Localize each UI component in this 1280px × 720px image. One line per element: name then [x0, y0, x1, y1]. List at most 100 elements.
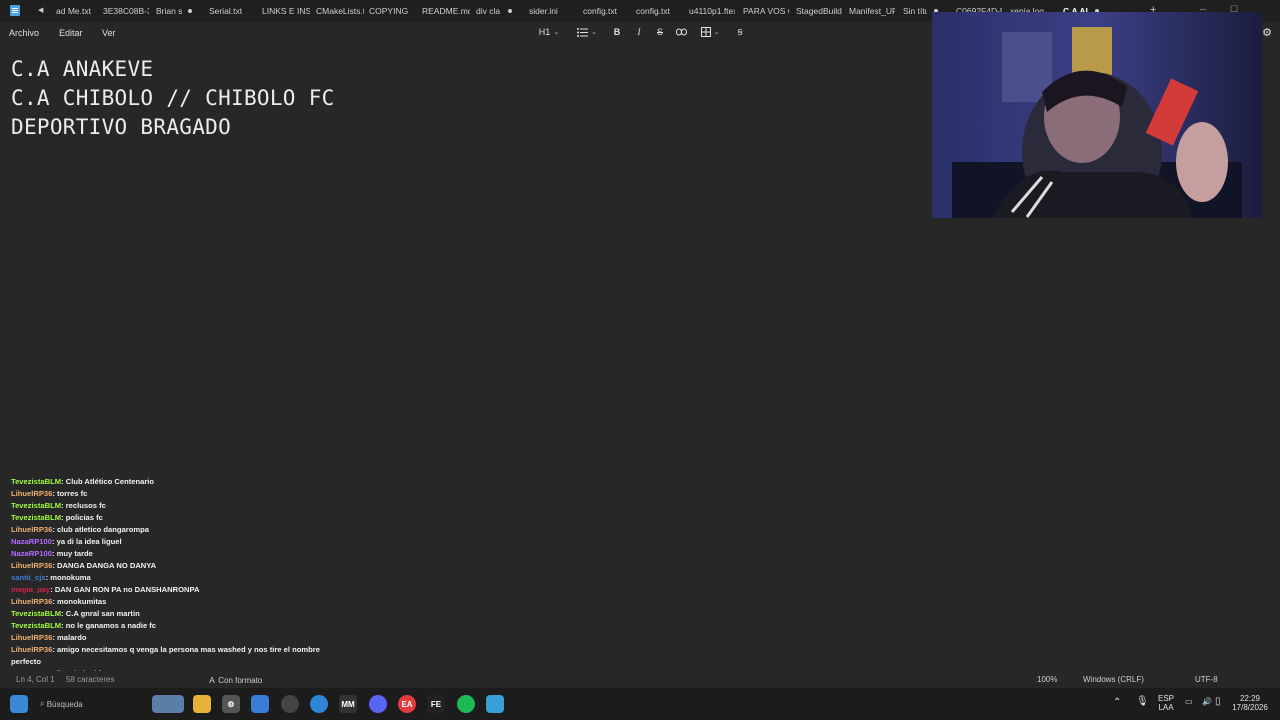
gear-icon: ⚙: [1262, 26, 1272, 39]
tab[interactable]: Serial.txt: [209, 6, 249, 18]
mm-app-icon[interactable]: MM: [339, 695, 357, 713]
list-dropdown[interactable]: ⌄: [572, 22, 602, 42]
chat-username: LihuelRP36: [11, 489, 53, 498]
bold-button[interactable]: B: [608, 22, 626, 42]
chat-message: TevezistaBLM: reclusos fc: [11, 500, 341, 512]
chat-username: TevezistaBLM: [11, 609, 62, 618]
tab[interactable]: config.txt: [636, 6, 680, 18]
italic-button[interactable]: I: [630, 22, 648, 42]
editor-line: C.A ANAKEVE: [11, 57, 154, 81]
scroll-tabs-left-button[interactable]: ◀: [38, 6, 48, 16]
chat-message: LihuelRP36: club atletico dangarompa: [11, 524, 341, 536]
editor-text-area[interactable]: C.A ANAKEVE C.A CHIBOLO // CHIBOLO FC DE…: [11, 55, 911, 142]
table-dropdown[interactable]: ⌄: [697, 22, 723, 42]
bold-icon: B: [613, 27, 621, 37]
tab[interactable]: Manifest_UF: [849, 6, 895, 18]
tab[interactable]: ad Me.txt: [56, 6, 96, 18]
chat-message: LihuelRP36: DANGA DANGA NO DANYA: [11, 560, 341, 572]
tab[interactable]: README.md: [422, 6, 470, 18]
chat-text: Club Atlético Centenario: [65, 477, 155, 486]
notepad-icon: [10, 5, 20, 16]
tab[interactable]: u4110p1.ftex: [689, 6, 735, 18]
menu-archivo[interactable]: Archivo: [9, 28, 39, 38]
chat-message: TevezistaBLM: policias fc: [11, 512, 341, 524]
ea-icon[interactable]: EA: [398, 695, 416, 713]
chat-username: LihuelRP36: [11, 561, 53, 570]
line-ending[interactable]: Windows (CRLF): [1083, 675, 1144, 684]
italic-icon: I: [637, 27, 641, 37]
spotify-icon[interactable]: [457, 695, 475, 713]
obs-icon[interactable]: [281, 695, 299, 713]
tab[interactable]: COPYING: [369, 6, 409, 18]
tab[interactable]: sider.ini: [529, 6, 569, 18]
menu-ver[interactable]: Ver: [102, 28, 116, 38]
chat-username: megia_pay: [11, 585, 51, 594]
chat-username: TevezistaBLM: [11, 477, 62, 486]
tab[interactable]: CMakeLists.t: [316, 6, 364, 18]
chat-username: santii_cjs: [11, 573, 46, 582]
tab[interactable]: StagedBuild_: [796, 6, 842, 18]
tab[interactable]: config.txt: [583, 6, 627, 18]
chrome-icon[interactable]: [310, 695, 328, 713]
format-icon: Ａ: [208, 676, 216, 685]
clock[interactable]: 22:29 17/8/2026: [1228, 694, 1272, 712]
tray-chevron-up-icon[interactable]: ⌃: [1113, 697, 1121, 708]
discord-icon[interactable]: [369, 695, 387, 713]
heading-dropdown[interactable]: H1 ⌄: [534, 22, 564, 42]
status-bar: Ln 4, Col 1 58 caracteres Ａ Con formato …: [0, 671, 1280, 688]
format-mode-label: Con formato: [218, 676, 263, 685]
fe-app-icon[interactable]: FE: [427, 695, 445, 713]
tab[interactable]: div cla: [476, 6, 502, 18]
tab[interactable]: Sin títu: [903, 6, 927, 18]
chat-username: TevezistaBLM: [11, 621, 62, 630]
chat-text: policias fc: [65, 513, 103, 522]
table-icon: [700, 27, 711, 37]
volume-icon[interactable]: 🔊: [1202, 697, 1212, 706]
store-icon[interactable]: [251, 695, 269, 713]
zoom-level[interactable]: 100%: [1037, 675, 1057, 684]
webcam-overlay: [932, 12, 1262, 218]
keyboard-layout: LAA: [1158, 703, 1174, 712]
chat-text: monokumitas: [57, 597, 107, 606]
tab[interactable]: PARA VOS C: [743, 6, 789, 18]
chat-message: santii_cjs: monokuma: [11, 572, 341, 584]
chat-message: LihuelRP36: amigo necesitamos q venga la…: [11, 644, 341, 668]
notepad-taskbar-icon[interactable]: [486, 695, 504, 713]
character-count: 58 caracteres: [66, 675, 115, 684]
menu-editar[interactable]: Editar: [59, 28, 83, 38]
strikethrough-button[interactable]: S: [651, 22, 669, 42]
format-mode[interactable]: Ａ Con formato: [208, 675, 262, 686]
folder-icon[interactable]: [193, 695, 211, 713]
link-button[interactable]: [672, 22, 690, 42]
encoding[interactable]: UTF-8: [1195, 675, 1218, 684]
webcam-image: [932, 12, 1262, 218]
chat-text: ya di la idea liguel: [56, 537, 122, 546]
start-icon[interactable]: [10, 695, 28, 713]
chat-text: DANGA DANGA NO DANYA: [57, 561, 157, 570]
heading-label: H1: [538, 27, 551, 37]
date: 17/8/2026: [1232, 703, 1268, 712]
search-box[interactable]: ⌕ Búsqueda: [40, 695, 150, 713]
chat-text: muy tarde: [56, 549, 93, 558]
chat-message: TevezistaBLM: no le ganamos a nadie fc: [11, 620, 341, 632]
chat-text: monokuma: [50, 573, 91, 582]
chat-username: TevezistaBLM: [11, 501, 62, 510]
chat-message: LihuelRP36: malardo: [11, 632, 341, 644]
microphone-icon[interactable]: 🎙: [1136, 696, 1149, 707]
chevron-down-icon: ⌄: [591, 29, 597, 36]
link-icon: [675, 28, 687, 36]
settings-app-icon[interactable]: ⚙: [222, 695, 240, 713]
unsaved-dot-icon: [508, 9, 512, 13]
search-icon: ⌕: [40, 699, 45, 708]
language-code: ESP: [1157, 694, 1174, 703]
widget-icon[interactable]: [152, 695, 184, 713]
display-icon[interactable]: ▭: [1185, 697, 1193, 706]
tab[interactable]: 3E38C08B-3:: [103, 6, 149, 18]
unsaved-dot-icon: [188, 9, 192, 13]
tab[interactable]: Brian s: [156, 6, 182, 18]
clear-formatting-button[interactable]: Ꞩ: [731, 22, 749, 42]
clear-formatting-icon: Ꞩ: [737, 27, 743, 37]
tab[interactable]: LINKS E INST: [262, 6, 310, 18]
language-indicator[interactable]: ESP LAA: [1154, 694, 1178, 712]
battery-icon[interactable]: ▯: [1215, 696, 1221, 707]
